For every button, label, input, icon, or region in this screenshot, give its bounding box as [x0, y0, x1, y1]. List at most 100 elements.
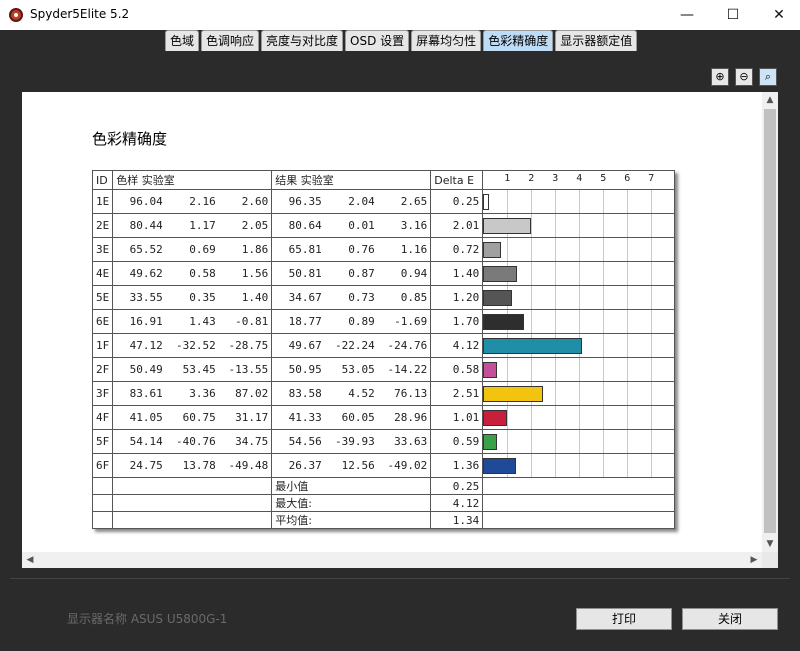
- header-axis: 1 2 3 4 5 6 7: [482, 170, 676, 190]
- scroll-right-icon[interactable]: ▶: [746, 552, 762, 568]
- sample-b: -0.81: [218, 309, 273, 334]
- sample-b: 1.86: [218, 237, 273, 262]
- delta-e-bar-cell: [482, 285, 676, 310]
- delta-e-bar: [483, 242, 501, 258]
- sample-l: 83.61: [112, 381, 166, 406]
- scroll-thumb[interactable]: [764, 109, 776, 533]
- result-l: 18.77: [271, 309, 325, 334]
- summary-empty: [91, 477, 114, 495]
- axis-tick: 2: [528, 173, 535, 184]
- tab-0[interactable]: 色域: [165, 30, 200, 51]
- scroll-left-icon[interactable]: ◀: [22, 552, 38, 568]
- table-row: 3E 65.52 0.69 1.86 65.81 0.76 1.16 0.72: [91, 237, 676, 262]
- tab-3[interactable]: OSD 设置: [345, 30, 410, 51]
- delta-e-bar: [483, 290, 513, 306]
- row-id: 2F: [91, 357, 114, 382]
- axis-tick: 5: [600, 173, 607, 184]
- sample-l: 33.55: [112, 285, 166, 310]
- sample-l: 24.75: [112, 453, 166, 478]
- result-a: 0.87: [324, 261, 378, 286]
- tab-6[interactable]: 显示器额定值: [555, 30, 638, 51]
- sample-b: -28.75: [218, 333, 273, 358]
- color-accuracy-table: ID 色样 实验室 结果 实验室 Delta E 1 2 3 4 5 6 7 1E 96.04…: [91, 170, 676, 529]
- result-l: 54.56: [271, 429, 325, 454]
- monitor-name: 显示器名称 ASUS U5800G-1: [67, 612, 228, 626]
- sample-b: 2.60: [218, 189, 273, 214]
- summary-empty: [112, 494, 273, 512]
- sample-l: 65.52: [112, 237, 166, 262]
- summary-label: 最小值: [271, 477, 432, 495]
- sample-a: 2.16: [165, 189, 219, 214]
- report-title: 色彩精确度: [92, 130, 168, 148]
- table-row: 5F 54.14 -40.76 34.75 54.56 -39.93 33.63 0.59: [91, 429, 676, 454]
- delta-e-value: 1.40: [430, 261, 484, 286]
- result-a: -22.24: [324, 333, 378, 358]
- sample-l: 47.12: [112, 333, 166, 358]
- result-a: 60.05: [324, 405, 378, 430]
- sample-l: 96.04: [112, 189, 166, 214]
- vertical-scrollbar[interactable]: ▲ ▼: [762, 92, 778, 552]
- result-a: 0.01: [324, 213, 378, 238]
- tab-4[interactable]: 屏幕均匀性: [411, 30, 482, 51]
- result-l: 65.81: [271, 237, 325, 262]
- sample-a: 0.58: [165, 261, 219, 286]
- summary-row: 最小值 0.25: [91, 477, 676, 495]
- sample-a: 1.43: [165, 309, 219, 334]
- table-row: 4E 49.62 0.58 1.56 50.81 0.87 0.94 1.40: [91, 261, 676, 286]
- row-id: 4E: [91, 261, 114, 286]
- print-button[interactable]: 打印: [576, 608, 672, 630]
- sample-l: 80.44: [112, 213, 166, 238]
- sample-a: 0.35: [165, 285, 219, 310]
- scroll-down-icon[interactable]: ▼: [762, 536, 778, 552]
- delta-e-bar: [483, 386, 544, 402]
- row-id: 5E: [91, 285, 114, 310]
- divider: [10, 578, 790, 579]
- delta-e-bar-cell: [482, 333, 676, 358]
- row-id: 6F: [91, 453, 114, 478]
- scroll-up-icon[interactable]: ▲: [762, 92, 778, 108]
- zoom-fit-icon[interactable]: ⌕: [759, 68, 777, 86]
- delta-e-bar-cell: [482, 213, 676, 238]
- delta-e-value: 1.01: [430, 405, 484, 430]
- sample-l: 54.14: [112, 429, 166, 454]
- summary-label: 平均值:: [271, 511, 432, 529]
- sample-b: 34.75: [218, 429, 273, 454]
- zoom-out-icon[interactable]: ⊖: [735, 68, 753, 86]
- result-a: 0.76: [324, 237, 378, 262]
- maximize-button[interactable]: ☐: [710, 0, 756, 30]
- summary-empty: [91, 494, 114, 512]
- summary-row: 平均值: 1.34: [91, 511, 676, 529]
- tab-5[interactable]: 色彩精确度: [483, 30, 554, 51]
- tab-bar: 色域 色调响应 亮度与对比度 OSD 设置 屏幕均匀性 色彩精确度 显示器额定值: [0, 30, 800, 52]
- minimize-button[interactable]: —: [664, 0, 710, 30]
- sample-b: 2.05: [218, 213, 273, 238]
- title-bar: Spyder5Elite 5.2 — ☐ ✕: [0, 0, 800, 30]
- close-button[interactable]: 关闭: [682, 608, 778, 630]
- row-id: 2E: [91, 213, 114, 238]
- result-b: -49.02: [377, 453, 432, 478]
- result-b: 2.65: [377, 189, 432, 214]
- table-row: 2E 80.44 1.17 2.05 80.64 0.01 3.16 2.01: [91, 213, 676, 238]
- result-l: 41.33: [271, 405, 325, 430]
- close-window-button[interactable]: ✕: [756, 0, 800, 30]
- sample-b: -49.48: [218, 453, 273, 478]
- delta-e-value: 4.12: [430, 333, 484, 358]
- result-a: -39.93: [324, 429, 378, 454]
- zoom-in-icon[interactable]: ⊕: [711, 68, 729, 86]
- report-viewport: 色彩精确度 ID 色样 实验室 结果 实验室 Delta E 1 2 3 4 5 6 7 1…: [22, 92, 778, 568]
- result-b: -24.76: [377, 333, 432, 358]
- header-delta: Delta E: [430, 170, 484, 190]
- result-l: 83.58: [271, 381, 325, 406]
- delta-e-bar: [483, 218, 532, 234]
- table-row: 3F 83.61 3.36 87.02 83.58 4.52 76.13 2.51: [91, 381, 676, 406]
- sample-l: 41.05: [112, 405, 166, 430]
- axis-tick: 1: [504, 173, 511, 184]
- result-b: 33.63: [377, 429, 432, 454]
- tab-1[interactable]: 色调响应: [201, 30, 260, 51]
- horizontal-scrollbar[interactable]: ◀ ▶: [22, 552, 762, 568]
- sample-b: 31.17: [218, 405, 273, 430]
- tab-list: 色域 色调响应 亮度与对比度 OSD 设置 屏幕均匀性 色彩精确度 显示器额定值: [165, 30, 638, 51]
- summary-empty: [112, 477, 273, 495]
- axis-tick: 4: [576, 173, 583, 184]
- tab-2[interactable]: 亮度与对比度: [261, 30, 344, 51]
